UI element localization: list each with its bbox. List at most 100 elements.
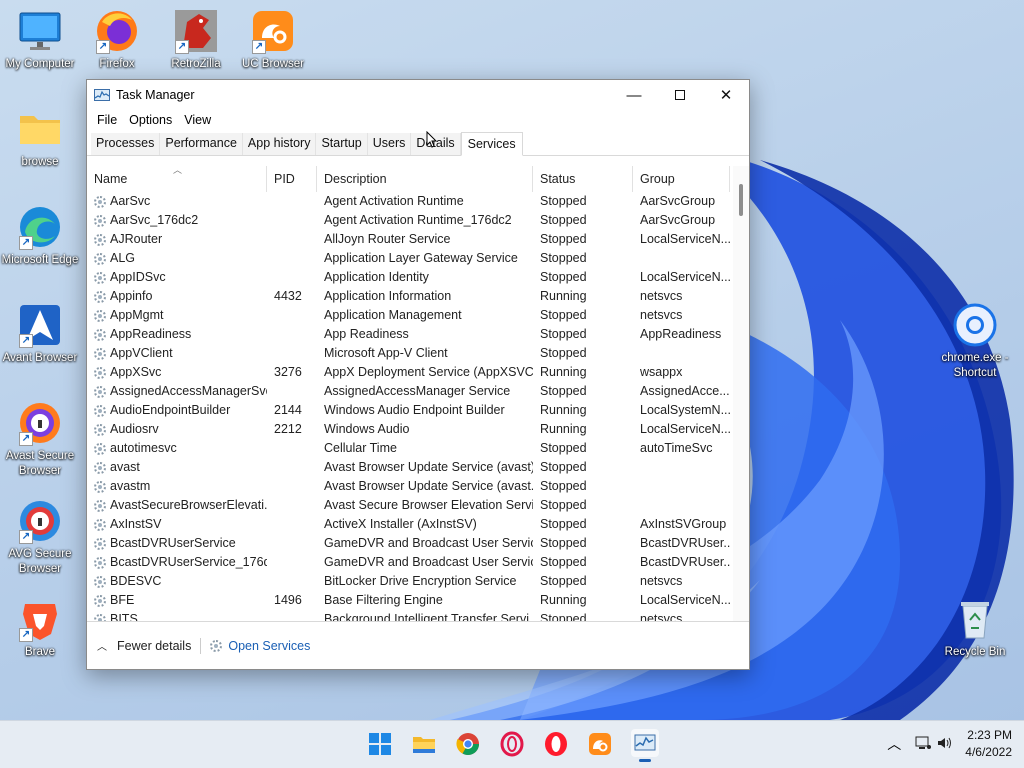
table-row[interactable]: AppMgmt Application Management Stopped nets… — [87, 306, 749, 325]
table-row[interactable]: Appinfo 4432 Application Information Runnin… — [87, 287, 749, 306]
service-gear-icon — [94, 499, 106, 512]
vertical-scrollbar[interactable] — [733, 166, 749, 621]
table-row[interactable]: AudioEndpointBuilder 2144 Windows Audio En… — [87, 401, 749, 420]
service-name: Appinfo — [87, 287, 267, 306]
table-row[interactable]: AarSvc_176dc2 Agent Activation Runtime_17… — [87, 211, 749, 230]
table-row[interactable]: AxInstSV ActiveX Installer (AxInstSV) Stop… — [87, 515, 749, 534]
menu-options[interactable]: Options — [123, 113, 178, 127]
service-status: Running — [540, 365, 587, 379]
service-gear-icon — [94, 423, 106, 436]
table-row[interactable]: AppIDSvc Application Identity Stopped Local… — [87, 268, 749, 287]
service-name: AvastSecureBrowserElevati... — [87, 496, 267, 515]
task-manager-icon — [634, 734, 656, 751]
desktop-icon-label: Avast Secure Browser — [5, 450, 75, 477]
service-gear-icon — [94, 404, 106, 417]
table-row[interactable]: BITS Background Intelligent Transfer Serv… — [87, 610, 749, 621]
file-explorer-button[interactable] — [411, 731, 437, 757]
chevron-up-icon[interactable]: ︿ — [887, 734, 901, 754]
volume-icon[interactable] — [937, 736, 953, 753]
table-row[interactable]: BDESVC BitLocker Drive Encryption Service… — [87, 572, 749, 591]
desktop-icon-avant-browser[interactable]: ↗ Avant Browser — [1, 302, 79, 366]
service-status: Stopped — [540, 460, 587, 474]
service-description: Windows Audio Endpoint Builder — [324, 403, 505, 417]
desktop-icon-brave[interactable]: ↗ Brave — [1, 596, 79, 660]
desktop-icon-microsoft-edge[interactable]: ↗ Microsoft Edge — [1, 204, 79, 268]
desktop-icon-label: AVG Secure Browser — [8, 548, 72, 575]
clock-time: 2:23 PM — [967, 728, 1012, 742]
shortcut-arrow-icon: ↗ — [19, 236, 33, 250]
table-row[interactable]: AssignedAccessManagerSvc AssignedAccessMa… — [87, 382, 749, 401]
desktop-icon-chrome-shortcut[interactable]: chrome.exe - Shortcut — [936, 302, 1014, 381]
opera-button[interactable] — [543, 731, 569, 757]
shortcut-arrow-icon: ↗ — [19, 530, 33, 544]
table-row[interactable]: AppVClient Microsoft App-V Client Stopped — [87, 344, 749, 363]
title-bar[interactable]: Task Manager — ✕ — [87, 80, 749, 110]
desktop-icon-retrozilla[interactable]: ↗ RetroZilla — [157, 8, 235, 72]
service-gear-icon — [94, 556, 106, 569]
chrome-button[interactable] — [455, 731, 481, 757]
sort-ascending-icon: ︿ — [173, 166, 183, 175]
start-icon — [369, 733, 391, 755]
start-button[interactable] — [367, 731, 393, 757]
table-row[interactable]: AarSvc Agent Activation Runtime Stopped Aar… — [87, 192, 749, 211]
clock[interactable]: 2:23 PM 4/6/2022 — [965, 727, 1012, 761]
table-row[interactable]: ALG Application Layer Gateway Service Stop… — [87, 249, 749, 268]
table-row[interactable]: BcastDVRUserService_176dc2 GameDVR and Br… — [87, 553, 749, 572]
desktop-icon-uc-browser[interactable]: ↗ UC Browser — [234, 8, 312, 72]
service-description: Avast Browser Update Service (avast) — [324, 460, 533, 474]
menu-file[interactable]: File — [91, 113, 123, 127]
service-name-text: BcastDVRUserService — [110, 536, 236, 550]
column-header-status[interactable]: Status — [533, 166, 633, 192]
desktop-icon-my-computer[interactable]: My Computer — [1, 8, 79, 72]
table-row[interactable]: AppReadiness App Readiness Stopped AppReadi… — [87, 325, 749, 344]
table-row[interactable]: AvastSecureBrowserElevati... Avast Secure… — [87, 496, 749, 515]
service-status: Stopped — [540, 213, 587, 227]
service-description: Application Identity — [324, 270, 429, 284]
column-header-description[interactable]: Description — [317, 166, 533, 192]
desktop-icon-recycle-bin[interactable]: Recycle Bin — [936, 596, 1014, 660]
open-services-link[interactable]: Open Services — [210, 639, 310, 653]
desktop-icon-avg-secure-browser[interactable]: ↗ AVG Secure Browser — [1, 498, 79, 577]
tab-performance[interactable]: Performance — [160, 133, 243, 155]
taskbar: ︿ 2:23 PM 4/6/2022 — [0, 720, 1024, 768]
fewer-details-button[interactable]: ︿ Fewer details — [97, 638, 191, 654]
table-row[interactable]: avast Avast Browser Update Service (avast… — [87, 458, 749, 477]
tab-processes[interactable]: Processes — [91, 133, 161, 155]
table-row[interactable]: AppXSvc 3276 AppX Deployment Service (AppX… — [87, 363, 749, 382]
service-gear-icon — [94, 594, 106, 607]
table-row[interactable]: BFE 1496 Base Filtering Engine Running Local… — [87, 591, 749, 610]
network-icon[interactable] — [915, 736, 932, 753]
service-status: Stopped — [540, 194, 587, 208]
tab-startup[interactable]: Startup — [316, 133, 368, 155]
desktop-icon-firefox[interactable]: ↗ Firefox — [78, 8, 156, 72]
table-row[interactable]: AJRouter AllJoyn Router Service Stopped Loc… — [87, 230, 749, 249]
column-header-group[interactable]: Group — [633, 166, 730, 192]
column-header-pid[interactable]: PID — [267, 166, 317, 192]
tab-users[interactable]: Users — [367, 133, 412, 155]
service-description: Application Information — [324, 289, 452, 303]
service-name-text: avastm — [110, 479, 151, 493]
maximize-icon — [675, 90, 685, 100]
tab-services[interactable]: Services — [460, 132, 523, 156]
service-name: BITS — [87, 610, 267, 621]
desktop-icon-label: browse — [21, 156, 59, 168]
maximize-button[interactable] — [657, 80, 703, 110]
table-row[interactable]: Audiosrv 2212 Windows Audio Running LocalSer… — [87, 420, 749, 439]
desktop-icon-avast-secure-browser[interactable]: ↗ Avast Secure Browser — [1, 400, 79, 479]
table-row[interactable]: avastm Avast Browser Update Service (avas… — [87, 477, 749, 496]
uc-browser-taskbar-button[interactable] — [587, 731, 613, 757]
tab-app-history[interactable]: App history — [242, 133, 317, 155]
task-manager-taskbar-button[interactable] — [631, 729, 659, 762]
service-pid — [267, 515, 317, 534]
minimize-button[interactable]: — — [611, 80, 657, 110]
table-row[interactable]: autotimesvc Cellular Time Stopped autoTimeS… — [87, 439, 749, 458]
menu-view[interactable]: View — [178, 113, 217, 127]
service-pid: 4432 — [274, 289, 302, 303]
table-row[interactable]: BcastDVRUserService GameDVR and Broadcast… — [87, 534, 749, 553]
desktop-icon-browse[interactable]: browse — [1, 106, 79, 170]
desktop-icon-label: Firefox — [99, 58, 135, 70]
close-button[interactable]: ✕ — [703, 80, 749, 110]
desktop-icon-label: RetroZilla — [171, 58, 221, 70]
scrollbar-thumb[interactable] — [739, 184, 743, 216]
opera-gx-button[interactable] — [499, 731, 525, 757]
